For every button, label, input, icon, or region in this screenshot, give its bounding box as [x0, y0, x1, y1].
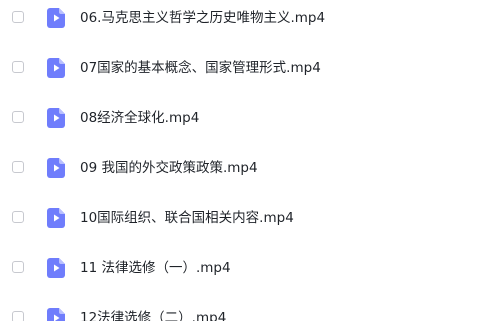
- file-name[interactable]: 07国家的基本概念、国家管理形式.mp4: [80, 59, 321, 77]
- video-file-icon: [47, 258, 65, 278]
- video-file-icon: [47, 158, 65, 178]
- row-checkbox[interactable]: [12, 261, 24, 273]
- file-name[interactable]: 12法律选修（二）.mp4: [80, 309, 226, 321]
- file-name[interactable]: 10国际组织、联合国相关内容.mp4: [80, 209, 294, 227]
- row-checkbox[interactable]: [12, 61, 24, 73]
- video-file-icon: [47, 58, 65, 78]
- file-row[interactable]: 12法律选修（二）.mp4: [0, 300, 482, 321]
- file-row[interactable]: 06.马克思主义哲学之历史唯物主义.mp4: [0, 0, 482, 36]
- video-file-icon: [47, 8, 65, 28]
- row-checkbox[interactable]: [12, 111, 24, 123]
- file-row[interactable]: 09 我国的外交政策政策.mp4: [0, 150, 482, 186]
- video-file-icon: [47, 308, 65, 321]
- row-checkbox[interactable]: [12, 311, 24, 321]
- row-checkbox[interactable]: [12, 211, 24, 223]
- file-row[interactable]: 11 法律选修（一）.mp4: [0, 250, 482, 286]
- video-file-icon: [47, 108, 65, 128]
- file-row[interactable]: 08经济全球化.mp4: [0, 100, 482, 136]
- file-list: 06.马克思主义哲学之历史唯物主义.mp4 07国家的基本概念、国家管理形式.m…: [0, 0, 482, 321]
- file-row[interactable]: 07国家的基本概念、国家管理形式.mp4: [0, 50, 482, 86]
- video-file-icon: [47, 208, 65, 228]
- row-checkbox[interactable]: [12, 11, 24, 23]
- row-checkbox[interactable]: [12, 161, 24, 173]
- file-name[interactable]: 08经济全球化.mp4: [80, 109, 199, 127]
- file-row[interactable]: 10国际组织、联合国相关内容.mp4: [0, 200, 482, 236]
- file-name[interactable]: 09 我国的外交政策政策.mp4: [80, 159, 258, 177]
- file-name[interactable]: 06.马克思主义哲学之历史唯物主义.mp4: [80, 9, 325, 27]
- file-name[interactable]: 11 法律选修（一）.mp4: [80, 259, 231, 277]
